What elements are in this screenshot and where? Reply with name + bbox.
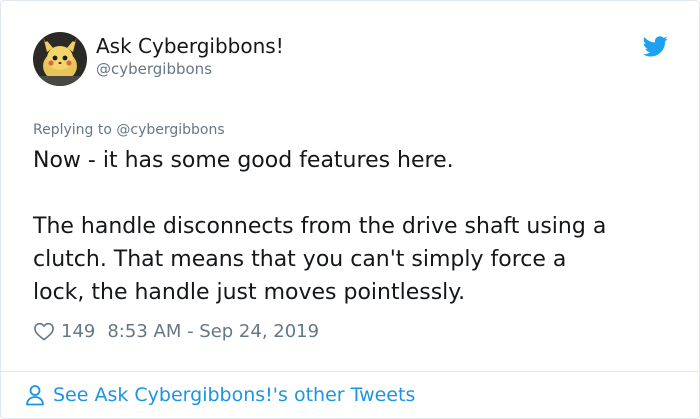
tweet-card: Ask Cybergibbons! @cybergibbons Replying… xyxy=(0,0,700,419)
tweet-timestamp[interactable]: 8:53 AM - Sep 24, 2019 xyxy=(107,321,319,342)
tweet-paragraph-gap xyxy=(33,177,673,210)
author-handle[interactable]: @cybergibbons xyxy=(96,60,212,78)
reply-mention-link[interactable]: @cybergibbons xyxy=(116,122,224,138)
heart-icon[interactable] xyxy=(33,321,55,341)
tweet-line: Now - it has some good features here. xyxy=(33,148,454,173)
see-other-tweets-label: See Ask Cybergibbons!'s other Tweets xyxy=(53,384,416,406)
replying-to-prefix: Replying to xyxy=(33,122,117,138)
avatar-image xyxy=(33,32,87,86)
tweet-line: The handle disconnects from the drive sh… xyxy=(33,214,607,239)
like-count[interactable]: 149 xyxy=(61,321,95,342)
person-icon xyxy=(26,385,44,406)
twitter-bird-icon[interactable] xyxy=(643,36,668,57)
avatar[interactable] xyxy=(33,32,87,86)
see-other-tweets-link[interactable]: See Ask Cybergibbons!'s other Tweets xyxy=(25,382,415,408)
author-name[interactable]: Ask Cybergibbons! xyxy=(96,34,284,58)
replying-to: Replying to @cybergibbons xyxy=(33,122,225,138)
footer-divider xyxy=(1,371,699,372)
tweet-meta: 149 8:53 AM - Sep 24, 2019 xyxy=(33,319,319,343)
tweet-line: clutch. That means that you can't simply… xyxy=(33,247,567,272)
tweet-text: Now - it has some good features here. Th… xyxy=(33,144,673,309)
tweet-line: lock, the handle just moves pointlessly. xyxy=(33,280,466,305)
